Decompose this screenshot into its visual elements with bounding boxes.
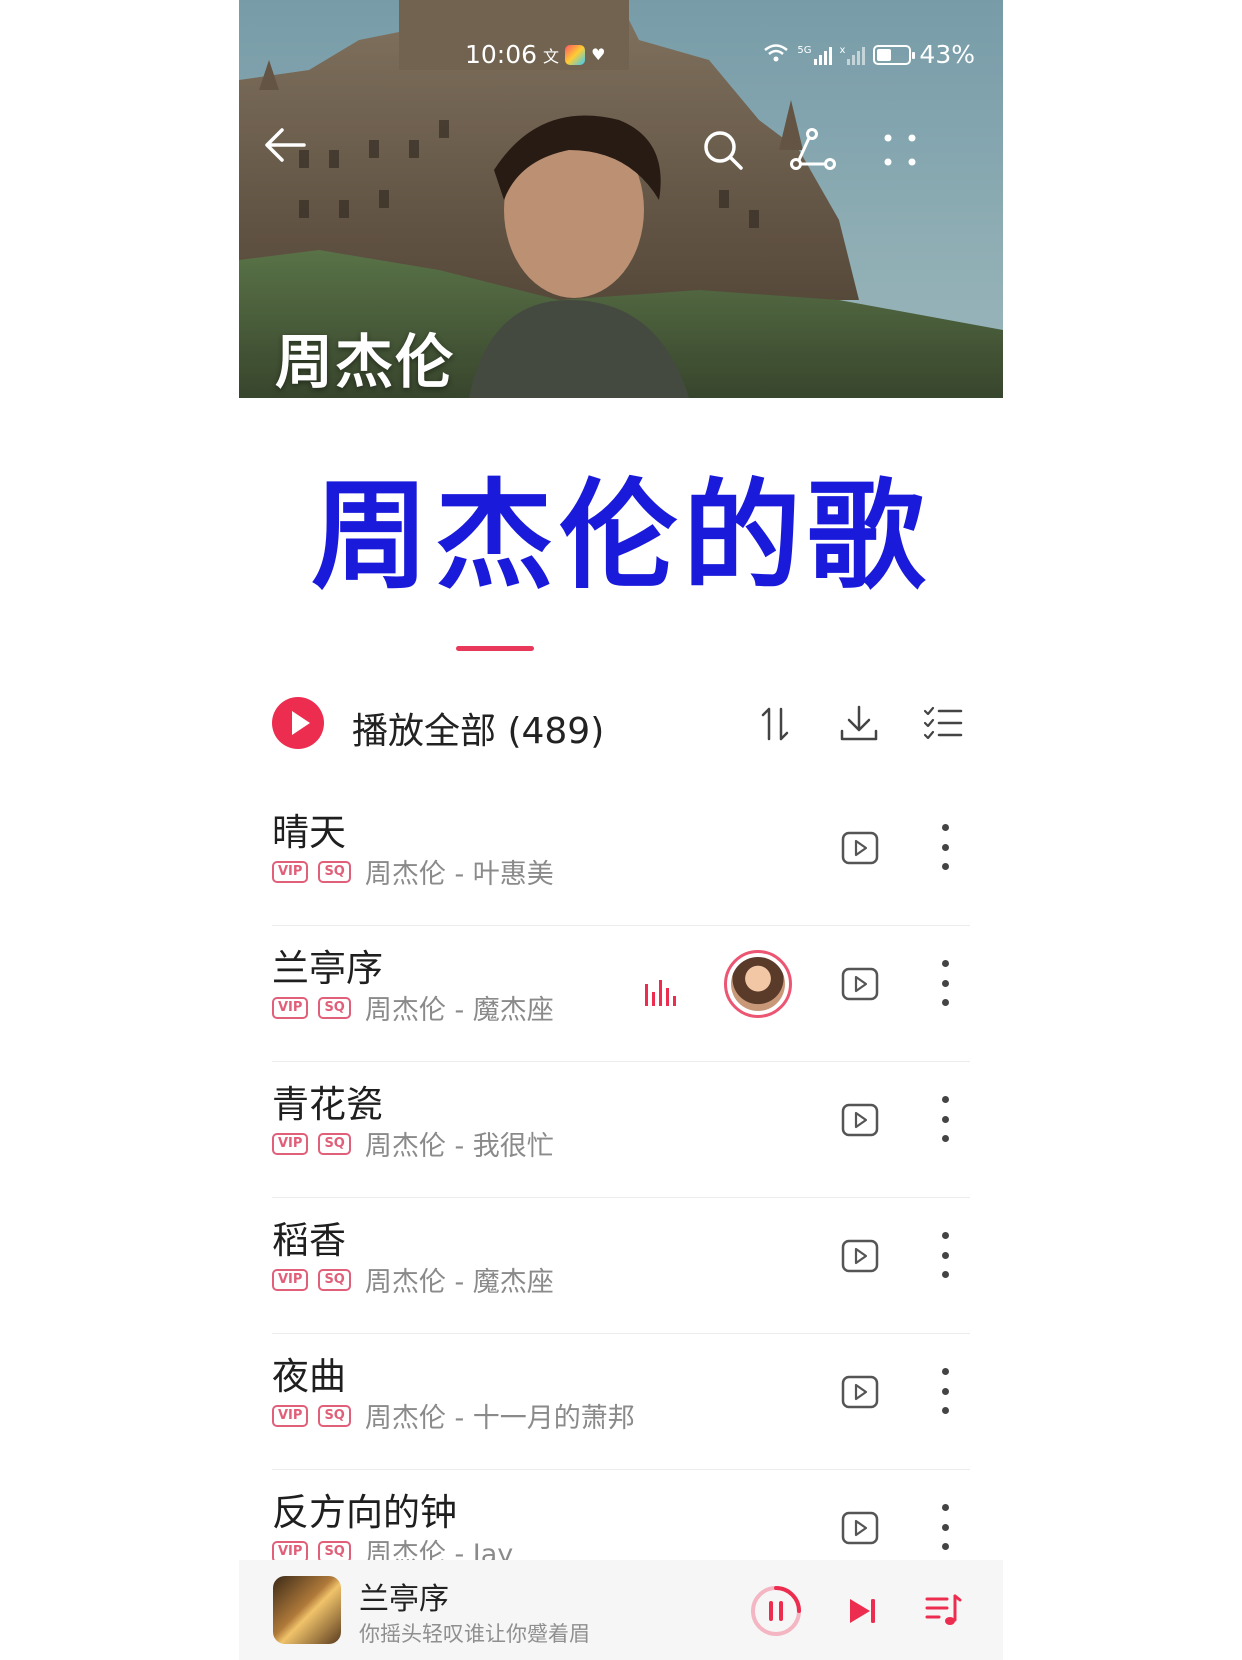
song-subtitle: 周杰伦 - 我很忙 — [364, 1131, 554, 1162]
more-options-button[interactable] — [870, 120, 930, 180]
wifi-icon — [763, 40, 789, 69]
mv-play-icon[interactable] — [840, 1100, 880, 1140]
song-meta: VIP SQ 周杰伦 - 叶惠美 — [272, 852, 554, 891]
mv-play-icon[interactable] — [840, 1372, 880, 1412]
song-meta: VIP SQ 周杰伦 - 魔杰座 — [272, 1260, 554, 1299]
song-more-button[interactable] — [932, 1232, 958, 1278]
artist-name: 周杰伦 — [275, 328, 456, 396]
playlist-queue-icon[interactable] — [923, 1590, 963, 1630]
signal-5g-icon: 5G — [797, 44, 832, 65]
more-dots-icon — [884, 134, 916, 166]
song-more-button[interactable] — [932, 960, 958, 1006]
song-title: 夜曲 — [272, 1355, 346, 1398]
translate-icon: 文 — [543, 46, 560, 66]
vip-badge: VIP — [272, 860, 309, 883]
sq-badge: SQ — [318, 1268, 351, 1291]
sq-badge: SQ — [318, 996, 351, 1019]
now-playing-equalizer-icon — [645, 980, 676, 1006]
status-time-group: 10:06 文 ♥ — [465, 40, 605, 69]
checklist-icon[interactable] — [920, 701, 966, 747]
app-notification-icon — [565, 44, 586, 65]
back-button[interactable] — [255, 115, 315, 175]
song-title: 兰亭序 — [272, 947, 383, 990]
vip-badge: VIP — [272, 1404, 309, 1427]
song-title: 青花瓷 — [272, 1083, 383, 1126]
play-all-button[interactable] — [272, 697, 324, 749]
mini-player-lyric: 你摇头轻叹谁让你蹙着眉 — [359, 1622, 590, 1646]
song-subtitle: 周杰伦 - 叶惠美 — [364, 859, 554, 890]
mv-play-icon[interactable] — [840, 964, 880, 1004]
song-list: 晴天 VIP SQ 周杰伦 - 叶惠美 兰亭序 VIP SQ 周杰伦 - 魔杰座… — [272, 790, 970, 1606]
vip-badge: VIP — [272, 996, 309, 1019]
song-subtitle: 周杰伦 - 十一月的萧邦 — [364, 1403, 635, 1434]
sort-icon[interactable] — [752, 701, 798, 747]
pause-icon[interactable] — [749, 1584, 803, 1638]
song-title: 反方向的钟 — [272, 1491, 457, 1534]
song-title: 晴天 — [272, 811, 346, 854]
battery-icon — [873, 44, 916, 65]
next-track-icon[interactable] — [843, 1592, 881, 1630]
singer-avatar-image — [731, 957, 785, 1011]
sq-badge: SQ — [318, 1132, 351, 1155]
song-row-3[interactable]: 青花瓷 VIP SQ 周杰伦 - 我很忙 — [272, 1062, 970, 1198]
mv-play-icon[interactable] — [840, 828, 880, 868]
mv-play-icon[interactable] — [840, 1508, 880, 1548]
song-more-button[interactable] — [932, 824, 958, 870]
battery-percent: 43% — [919, 40, 975, 69]
song-title: 稻香 — [272, 1219, 346, 1262]
song-more-button[interactable] — [932, 1368, 958, 1414]
mini-player[interactable]: 兰亭序 你摇头轻叹谁让你蹙着眉 — [239, 1560, 1003, 1660]
song-subtitle: 周杰伦 - 魔杰座 — [364, 1267, 554, 1298]
song-row-2[interactable]: 兰亭序 VIP SQ 周杰伦 - 魔杰座 — [272, 926, 970, 1062]
heart-notification-icon: ♥ — [591, 45, 606, 64]
album-cover[interactable] — [273, 1576, 341, 1644]
song-subtitle: 周杰伦 - 魔杰座 — [364, 995, 554, 1026]
status-bar: 10:06 文 ♥ 5G x 43% — [239, 36, 1003, 76]
song-more-button[interactable] — [932, 1504, 958, 1550]
vip-badge: VIP — [272, 1132, 309, 1155]
song-meta: VIP SQ 周杰伦 - 魔杰座 — [272, 988, 554, 1027]
song-meta: VIP SQ 周杰伦 - 十一月的萧邦 — [272, 1396, 635, 1435]
search-button[interactable] — [693, 120, 753, 180]
status-time: 10:06 — [465, 40, 538, 69]
song-more-button[interactable] — [932, 1096, 958, 1142]
share-icon — [790, 128, 836, 170]
artist-header-banner: 10:06 文 ♥ 5G x 43% 周杰伦 — [239, 0, 1003, 398]
play-all-row: 播放全部 (489) — [272, 693, 972, 757]
song-meta: VIP SQ 周杰伦 - 我很忙 — [272, 1124, 554, 1163]
download-icon[interactable] — [836, 701, 882, 747]
song-row-5[interactable]: 夜曲 VIP SQ 周杰伦 - 十一月的萧邦 — [272, 1334, 970, 1470]
overlay-title: 周杰伦的歌 — [310, 467, 931, 605]
play-all-label[interactable]: 播放全部 (489) — [352, 702, 604, 754]
signal-5g-label: 5G — [797, 44, 812, 56]
status-right-group: 5G x 43% — [763, 40, 975, 69]
signal-x-label: x — [839, 44, 846, 56]
mv-play-icon[interactable] — [840, 1236, 880, 1276]
share-button[interactable] — [783, 120, 843, 180]
sq-badge: SQ — [318, 1404, 351, 1427]
vip-badge: VIP — [272, 1268, 309, 1291]
singer-avatar[interactable] — [724, 950, 792, 1018]
song-row-4[interactable]: 稻香 VIP SQ 周杰伦 - 魔杰座 — [272, 1198, 970, 1334]
search-icon — [704, 131, 743, 170]
signal-secondary-icon: x — [840, 45, 866, 65]
song-row-1[interactable]: 晴天 VIP SQ 周杰伦 - 叶惠美 — [272, 790, 970, 926]
active-tab-indicator — [456, 646, 534, 651]
arrow-left-icon — [265, 128, 306, 162]
mini-player-title: 兰亭序 — [359, 1582, 449, 1617]
sq-badge: SQ — [318, 860, 351, 883]
